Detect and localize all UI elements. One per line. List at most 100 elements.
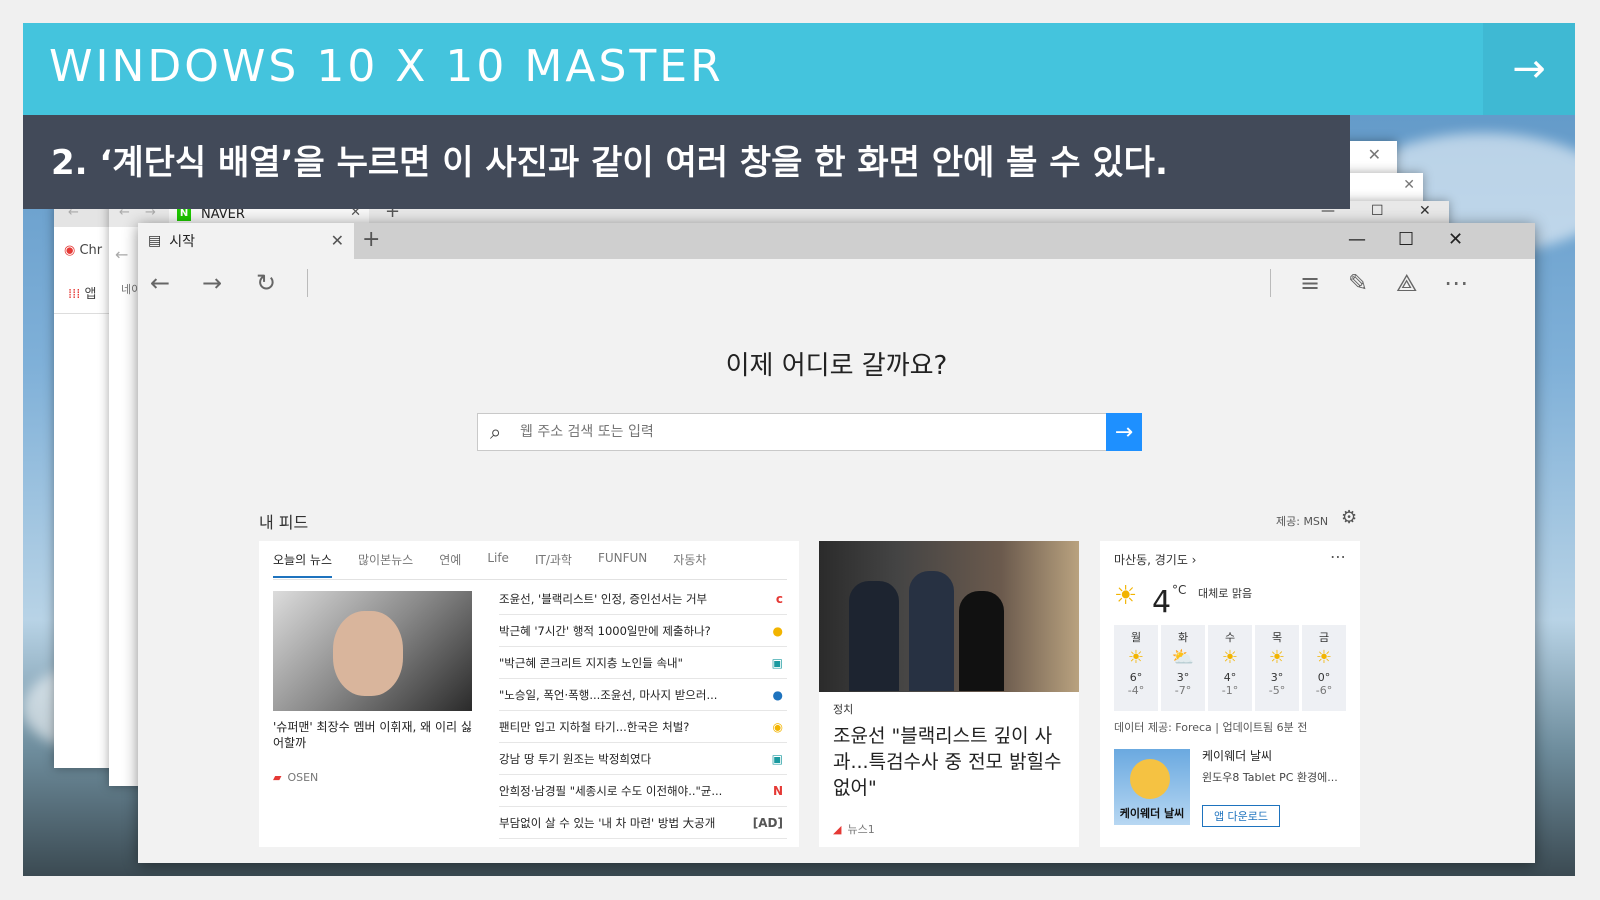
news-card: 오늘의 뉴스 많이본뉴스 연예 Life IT/과학 FUNFUN 자동차 '슈… — [259, 541, 799, 847]
tab-cars[interactable]: 자동차 — [673, 551, 706, 578]
story-category: 정치 — [833, 703, 854, 716]
headline-item[interactable]: 박근혜 '7시간' 행적 1000일만에 제출하나? ● — [499, 615, 787, 647]
minimize-icon[interactable]: — — [1348, 229, 1366, 250]
tab-funfun[interactable]: FUNFUN — [598, 551, 647, 578]
maximize-icon[interactable]: ☐ — [1371, 203, 1384, 219]
lead-news-photo[interactable] — [273, 591, 472, 711]
current-temperature: 4 — [1152, 585, 1172, 620]
app-icon-label: 케이웨더 날씨 — [1119, 807, 1185, 820]
new-tab-icon[interactable]: + — [362, 227, 380, 252]
headline-item[interactable]: 안희정·남경필 "세종시로 수도 이전해야.."균... N — [499, 775, 787, 807]
forward-arrow-icon[interactable]: → — [202, 269, 222, 297]
headline-item[interactable]: 강남 땅 투기 원조는 박정희였다 ▣ — [499, 743, 787, 775]
apps-shortcut[interactable]: ⁞⁞⁞ 앱 — [68, 283, 97, 302]
headline-text: 안희정·남경필 "세종시로 수도 이전해야.."균... — [499, 784, 723, 798]
tab-popular-news[interactable]: 많이본뉴스 — [358, 551, 413, 578]
story-title[interactable]: 조윤선 "블랙리스트 깊이 사과...특검수사 중 전모 밝힐수 없어" — [833, 723, 1069, 801]
news1-logo-icon: ◢ — [833, 823, 842, 836]
close-icon[interactable]: ✕ — [1403, 177, 1415, 193]
sun-icon: ☀ — [1127, 647, 1145, 668]
sun-icon — [1130, 759, 1170, 799]
story-card[interactable]: 정치 조윤선 "블랙리스트 깊이 사과...특검수사 중 전모 밝힐수 없어" … — [819, 541, 1079, 847]
maximize-icon[interactable]: ☐ — [1398, 229, 1414, 250]
next-arrow-button[interactable]: → — [1483, 23, 1575, 115]
edge-tab-start[interactable]: ▤ 시작 ✕ — [138, 223, 354, 259]
more-icon[interactable]: ⋯ — [1330, 547, 1346, 566]
divider — [273, 579, 787, 580]
headline-item[interactable]: "박근혜 콘크리트 지지층 노인들 속내" ▣ — [499, 647, 787, 679]
tab-life[interactable]: Life — [487, 551, 509, 578]
forecast-day: 월 ☀ 6° -4° — [1114, 625, 1158, 711]
source-label: 뉴스1 — [847, 823, 875, 836]
feed-provider: 제공: MSN — [1276, 515, 1329, 528]
subtitle-bar: 2. ‘계단식 배열’을 누르면 이 사진과 같이 여러 창을 한 화면 안에 … — [23, 115, 1350, 209]
close-tab-icon[interactable]: ✕ — [331, 231, 344, 250]
page-icon: ▤ — [148, 233, 162, 249]
edge-tabbar: ▤ 시작 ✕ + — ☐ ✕ — [138, 223, 1535, 259]
headline-text: 강남 땅 투기 원조는 박정희였다 — [499, 752, 652, 766]
headline-item[interactable]: 팬티만 입고 지하철 타기...한국은 처벌? ◉ — [499, 711, 787, 743]
source-label: OSEN — [287, 771, 319, 784]
share-icon[interactable]: ⟁ — [1396, 269, 1417, 297]
lead-news-caption[interactable]: '슈퍼맨' 최장수 멤버 이휘재, 왜 이리 싫어할까 — [273, 719, 473, 751]
forecast-day: 수 ☀ 4° -1° — [1208, 625, 1252, 711]
search-box[interactable]: ⌕ → — [477, 413, 1142, 451]
headline-item[interactable]: "노승일, 폭언·폭행...조윤선, 마사지 받으러... ● — [499, 679, 787, 711]
story-photo[interactable] — [819, 541, 1079, 692]
day-label: 월 — [1130, 631, 1142, 644]
headline-item[interactable]: 조윤선, '블랙리스트' 인정, 증인선서는 거부 c — [499, 583, 787, 615]
high-temp: 0° — [1317, 671, 1331, 684]
banner-title: WINDOWS 10 X 10 MASTER — [49, 41, 724, 92]
headline-text: 조윤선, '블랙리스트' 인정, 증인선서는 거부 — [499, 592, 708, 606]
chrome-tab[interactable]: ◉ Chr — [64, 243, 102, 258]
tab-today-news[interactable]: 오늘의 뉴스 — [273, 551, 333, 578]
weather-data-source: 데이터 제공: Foreca | 업데이트됨 6분 전 — [1114, 721, 1308, 734]
back-arrow-icon[interactable]: ← — [115, 245, 128, 264]
tab-entertainment[interactable]: 연예 — [439, 551, 461, 578]
gear-icon[interactable]: ⚙ — [1341, 507, 1357, 528]
source-logo-icon: ● — [772, 624, 783, 638]
day-label: 수 — [1224, 631, 1236, 644]
app-download-button[interactable]: 앱 다운로드 — [1202, 805, 1280, 827]
search-input[interactable] — [520, 420, 1080, 444]
kweather-app-icon[interactable]: 케이웨더 날씨 — [1114, 749, 1190, 825]
high-temp: 6° — [1129, 671, 1143, 684]
forecast-day: 금 ☀ 0° -6° — [1302, 625, 1346, 711]
headline-text: "박근혜 콘크리트 지지층 노인들 속내" — [499, 656, 683, 670]
close-icon[interactable]: ✕ — [1368, 145, 1381, 164]
app-description: 윈도우8 Tablet PC 환경에... — [1202, 771, 1338, 784]
apps-label: 앱 — [84, 287, 97, 302]
refresh-icon[interactable]: ↻ — [256, 269, 276, 297]
headline-text: "노승일, 폭언·폭행...조윤선, 마사지 받으러... — [499, 688, 718, 702]
edge-window[interactable]: ▤ 시작 ✕ + — ☐ ✕ ← → ↻ ≡ ✎ ⟁ ⋯ 이제 어디로 갈까요?… — [138, 223, 1535, 863]
web-note-icon[interactable]: ✎ — [1348, 269, 1368, 297]
back-arrow-icon[interactable]: ← — [150, 269, 170, 297]
tab-it-science[interactable]: IT/과학 — [535, 551, 572, 578]
high-temp: 3° — [1270, 671, 1284, 684]
search-icon: ⌕ — [490, 420, 502, 444]
page-heading: 이제 어디로 갈까요? — [725, 351, 948, 381]
headline-item[interactable]: 부담없이 살 수 있는 '내 차 마련' 방법 大공개 [AD] — [499, 807, 787, 839]
source-logo-icon: N — [772, 784, 783, 798]
headline-text: 팬티만 입고 지하철 타기...한국은 처벌? — [499, 720, 690, 734]
more-icon[interactable]: ⋯ — [1444, 269, 1468, 297]
day-label: 화 — [1177, 631, 1189, 644]
source-logo-icon: ◉ — [772, 720, 783, 734]
low-temp: -5° — [1268, 684, 1286, 697]
source-logo-icon: ▣ — [771, 752, 783, 766]
close-icon[interactable]: ✕ — [1419, 203, 1431, 219]
sun-icon: ☀ — [1268, 647, 1286, 668]
weather-location[interactable]: 마산동, 경기도 › — [1114, 551, 1196, 568]
title-banner: WINDOWS 10 X 10 MASTER → — [23, 23, 1575, 115]
chrome-icon: ◉ — [64, 243, 76, 258]
app-name: 케이웨더 날씨 — [1202, 749, 1273, 763]
naver-logo-icon: N — [177, 207, 191, 221]
news-tabs: 오늘의 뉴스 많이본뉴스 연예 Life IT/과학 FUNFUN 자동차 — [273, 551, 732, 578]
person-figure — [849, 581, 899, 691]
person-figure — [959, 591, 1004, 691]
day-label: 목 — [1271, 631, 1283, 644]
go-arrow-button[interactable]: → — [1106, 413, 1142, 451]
close-icon[interactable]: ✕ — [1448, 229, 1463, 250]
hub-icon[interactable]: ≡ — [1300, 269, 1320, 297]
edge-tab-title: 시작 — [169, 234, 195, 250]
